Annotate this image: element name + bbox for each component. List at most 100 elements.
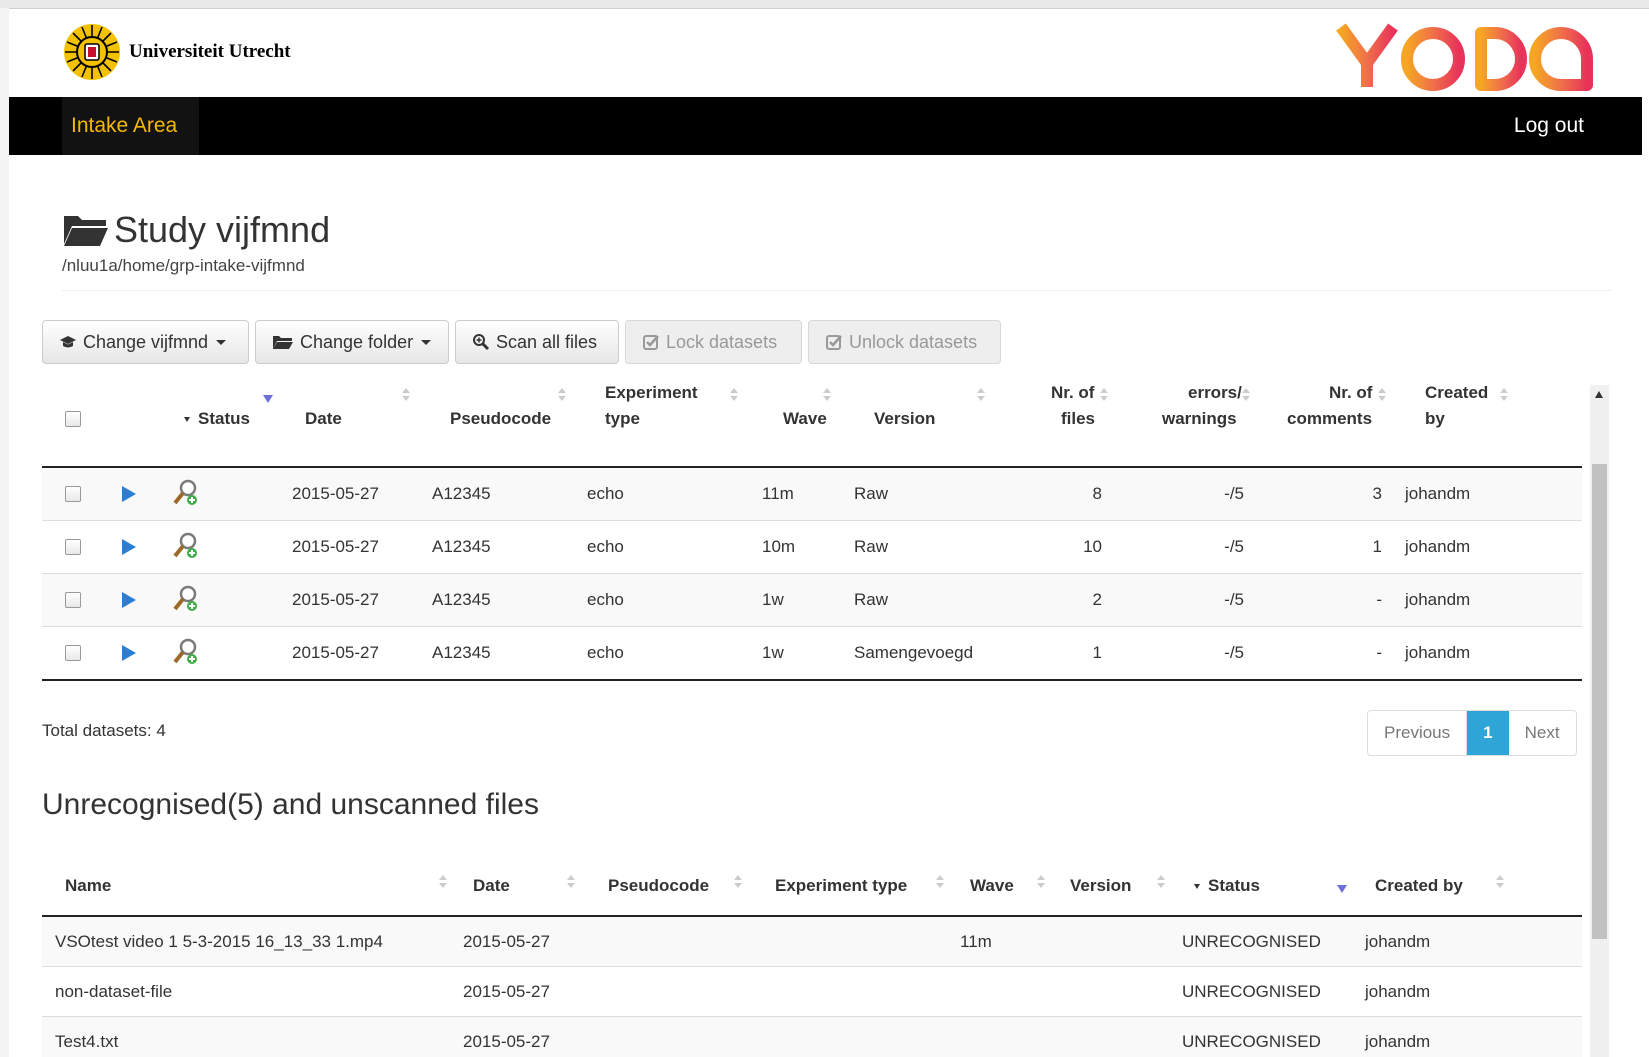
col-comments-1[interactable]: Nr. of: [1329, 380, 1372, 406]
col-status[interactable]: Status: [1194, 873, 1260, 899]
cell-wave: 11m: [762, 484, 794, 503]
datasets-table-header: Status Date Pseudocode Experiment type W…: [42, 382, 1582, 468]
next-page-button[interactable]: Next: [1509, 711, 1576, 755]
previous-page-button[interactable]: Previous: [1368, 711, 1468, 755]
play-icon[interactable]: [122, 486, 136, 502]
col-pseudocode[interactable]: Pseudocode: [608, 873, 709, 899]
col-wave[interactable]: Wave: [783, 406, 827, 432]
total-datasets: Total datasets: 4: [42, 721, 166, 740]
col-errors-2[interactable]: warnings: [1162, 406, 1237, 432]
cell-nr-files: 2: [1092, 590, 1102, 609]
col-pseudocode[interactable]: Pseudocode: [450, 406, 551, 432]
cell-date: 2015-05-27: [292, 537, 379, 556]
sort-icon: [1157, 875, 1165, 889]
row-checkbox[interactable]: [65, 645, 81, 661]
nav-intake-area[interactable]: Intake Area: [62, 97, 199, 155]
col-nr-files-1[interactable]: Nr. of: [1051, 380, 1094, 406]
cell-created-by: johandm: [1365, 1032, 1431, 1051]
cell-created-by: johandm: [1365, 982, 1431, 1001]
cell-name: VSOtest video 1 5-3-2015 16_13_33 1.mp4: [55, 932, 383, 951]
row-checkbox[interactable]: [65, 592, 81, 608]
scan-magnifier-icon[interactable]: [171, 478, 201, 508]
unrecognised-table-header: Name Date Pseudocode Experiment type Wav…: [42, 859, 1582, 917]
sort-indicator-icon: [1194, 884, 1200, 890]
table-row[interactable]: 2015-05-27 A12345 echo 11m Raw 8 -/5 3 j…: [42, 468, 1582, 521]
chevron-down-icon: [216, 339, 227, 345]
folder-open-icon: [273, 336, 293, 349]
play-icon[interactable]: [122, 539, 136, 555]
scrollbar-thumb[interactable]: [1592, 464, 1607, 939]
play-icon[interactable]: [122, 592, 136, 608]
university-name: Universiteit Utrecht: [129, 41, 291, 62]
page: Universiteit Utrecht Intake Area Log out: [9, 9, 1642, 1057]
study-title-text: Study vijfmnd: [114, 209, 331, 250]
scroll-up-arrow-icon[interactable]: [1595, 391, 1603, 398]
sort-icon: [734, 875, 742, 889]
table-row[interactable]: non-dataset-file 2015-05-27 UNRECOGNISED…: [42, 967, 1582, 1017]
col-version[interactable]: Version: [1070, 873, 1131, 899]
cell-comments: 3: [1372, 484, 1382, 503]
scan-magnifier-icon[interactable]: [171, 531, 201, 561]
row-checkbox[interactable]: [65, 539, 81, 555]
col-experiment-type[interactable]: Experiment type: [775, 873, 907, 899]
logout-link[interactable]: Log out: [1514, 97, 1584, 155]
cell-nr-files: 8: [1092, 484, 1102, 503]
yoda-logo[interactable]: [1335, 19, 1605, 93]
col-nr-files-2[interactable]: files: [1061, 406, 1095, 432]
scan-magnifier-icon[interactable]: [171, 637, 201, 667]
cell-created-by: johandm: [1365, 932, 1431, 951]
cell-date: 2015-05-27: [463, 1032, 550, 1051]
sort-icon: [1037, 875, 1045, 889]
change-folder-button[interactable]: Change folder: [255, 320, 449, 364]
play-icon[interactable]: [122, 645, 136, 661]
sort-icon: [1242, 388, 1250, 402]
scan-all-files-button[interactable]: Scan all files: [455, 320, 619, 364]
change-folder-label: Change folder: [300, 331, 414, 352]
cell-errors: -/5: [1224, 643, 1244, 662]
row-checkbox[interactable]: [65, 486, 81, 502]
table-row[interactable]: Test4.txt 2015-05-27 UNRECOGNISED johand…: [42, 1017, 1582, 1057]
col-created-by[interactable]: Created by: [1375, 873, 1463, 899]
page-title-area: Study vijfmnd: [62, 209, 330, 251]
zoom-in-icon: [473, 334, 490, 351]
lock-datasets-button[interactable]: Lock datasets: [625, 320, 802, 364]
table-row[interactable]: VSOtest video 1 5-3-2015 16_13_33 1.mp4 …: [42, 917, 1582, 967]
university-logo[interactable]: Universiteit Utrecht: [63, 23, 291, 81]
col-date[interactable]: Date: [305, 406, 342, 432]
col-name[interactable]: Name: [65, 873, 111, 899]
unlock-datasets-button[interactable]: Unlock datasets: [808, 320, 1001, 364]
scan-magnifier-icon[interactable]: [171, 584, 201, 614]
col-errors-1[interactable]: errors/: [1188, 380, 1242, 406]
sort-icon: [730, 388, 738, 402]
select-all-checkbox[interactable]: [65, 411, 81, 427]
cell-pseudocode: A12345: [432, 484, 491, 503]
col-comments-2[interactable]: comments: [1287, 406, 1372, 432]
chevron-down-icon: [421, 339, 432, 345]
folder-open-icon: [64, 216, 108, 246]
datasets-table: Status Date Pseudocode Experiment type W…: [42, 382, 1582, 681]
page-1-button[interactable]: 1: [1467, 711, 1509, 755]
cell-errors: -/5: [1224, 590, 1244, 609]
change-study-button[interactable]: Change vijfmnd: [42, 320, 249, 364]
cell-comments: -: [1376, 590, 1382, 609]
col-status[interactable]: Status: [184, 406, 250, 432]
sort-icon: [1500, 388, 1508, 402]
sort-icon: [1496, 875, 1504, 889]
col-experiment-type-1[interactable]: Experiment: [605, 380, 698, 406]
table-row[interactable]: 2015-05-27 A12345 echo 1w Samengevoegd 1…: [42, 627, 1582, 681]
col-created-by-2[interactable]: by: [1425, 406, 1445, 432]
col-experiment-type-2[interactable]: type: [605, 406, 640, 432]
cell-comments: 1: [1372, 537, 1382, 556]
table-row[interactable]: 2015-05-27 A12345 echo 10m Raw 10 -/5 1 …: [42, 521, 1582, 574]
col-created-by-1[interactable]: Created: [1425, 380, 1488, 406]
cell-date: 2015-05-27: [292, 590, 379, 609]
vertical-scrollbar[interactable]: [1590, 385, 1609, 1057]
col-date[interactable]: Date: [473, 873, 510, 899]
cell-status: UNRECOGNISED: [1182, 932, 1321, 951]
col-version[interactable]: Version: [874, 406, 935, 432]
unrecognised-heading: Unrecognised(5) and unscanned files: [42, 788, 539, 821]
cell-status: UNRECOGNISED: [1182, 1032, 1321, 1051]
col-wave[interactable]: Wave: [970, 873, 1014, 899]
table-row[interactable]: 2015-05-27 A12345 echo 1w Raw 2 -/5 - jo…: [42, 574, 1582, 627]
cell-wave: 10m: [762, 537, 796, 556]
